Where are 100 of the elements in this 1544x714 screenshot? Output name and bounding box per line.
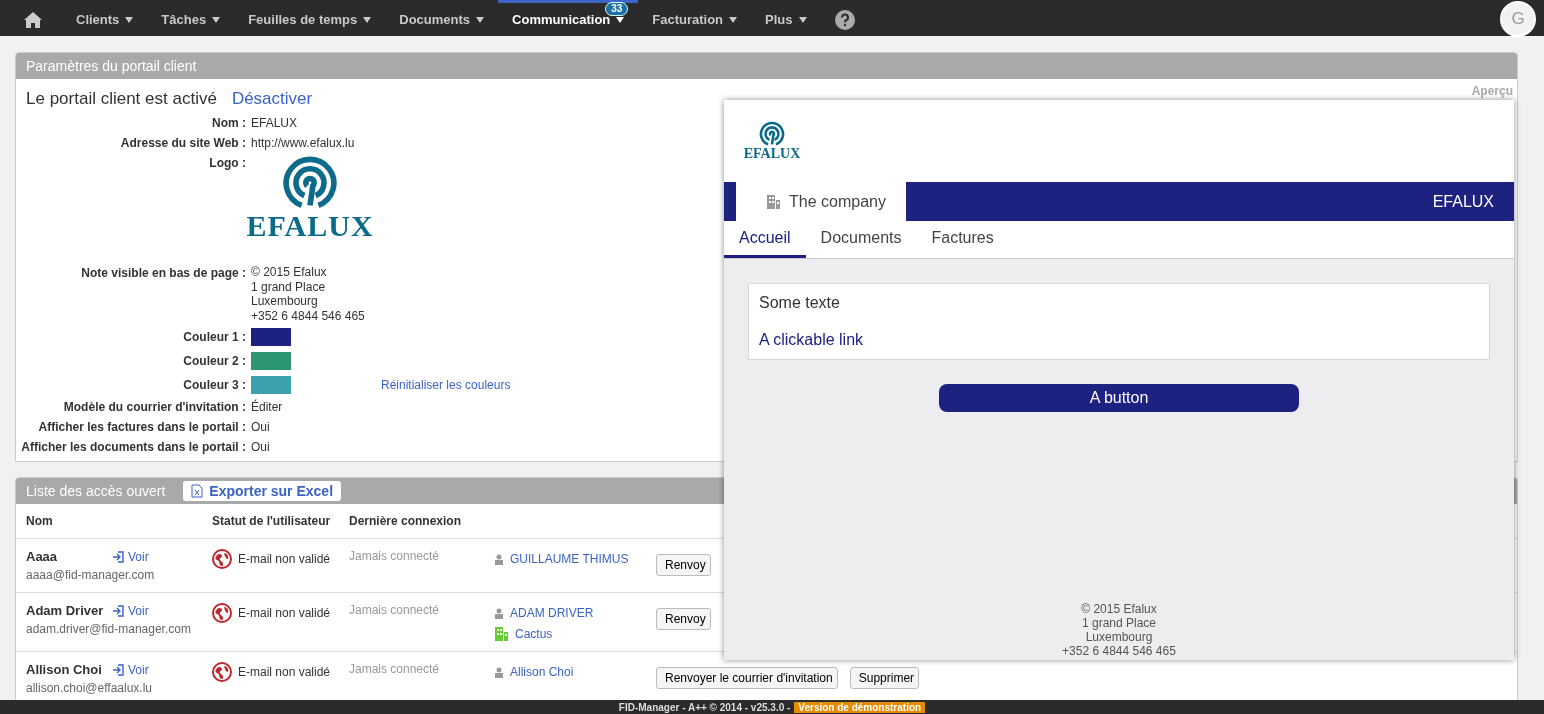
globe-icon bbox=[212, 549, 232, 569]
field-value: Oui bbox=[251, 419, 270, 435]
color-swatch[interactable] bbox=[251, 376, 291, 394]
view-link[interactable]: Voir bbox=[112, 662, 149, 677]
person-icon bbox=[494, 553, 504, 565]
caret-icon bbox=[798, 16, 807, 23]
panel-title: Liste des accès ouvert bbox=[26, 483, 166, 499]
brand-name: EFALUX bbox=[1432, 192, 1495, 211]
card-text: Some texte bbox=[759, 294, 841, 312]
field-value: Éditer bbox=[251, 399, 283, 415]
note-line: © 2015 Efalux bbox=[251, 265, 327, 280]
user-name: Adam Driver bbox=[26, 603, 104, 618]
portal-button[interactable]: A button bbox=[939, 384, 1299, 412]
contact-link[interactable]: Allison Choi bbox=[510, 665, 574, 679]
logo-icon bbox=[759, 121, 785, 147]
field-label: Afficher les documents dans le portail : bbox=[20, 439, 246, 455]
field-label: Adresse du site Web : bbox=[119, 135, 246, 151]
panel-title: Paramètres du portail client bbox=[26, 58, 197, 74]
person-icon bbox=[494, 666, 504, 678]
view-link[interactable]: Voir bbox=[112, 549, 149, 564]
contact-link[interactable]: ADAM DRIVER bbox=[510, 606, 594, 620]
user-email: adam.driver@fid-manager.com bbox=[26, 622, 192, 636]
field-label: Couleur 2 : bbox=[182, 353, 246, 370]
building-icon bbox=[766, 194, 781, 209]
caret-icon bbox=[363, 16, 372, 23]
field-label: Modèle du courrier d'invitation : bbox=[62, 399, 246, 415]
action-button[interactable]: Renvoy bbox=[656, 608, 711, 630]
export-excel-button[interactable]: Exporter sur Excel bbox=[183, 481, 342, 501]
user-status: E-mail non validé bbox=[238, 665, 331, 679]
field-label: Couleur 1 : bbox=[182, 329, 246, 346]
user-status: E-mail non validé bbox=[238, 606, 331, 620]
caret-icon bbox=[212, 16, 221, 23]
color-swatch[interactable] bbox=[251, 352, 291, 370]
globe-icon bbox=[212, 662, 232, 682]
count-badge: 33 bbox=[605, 2, 629, 16]
nav-menu-item[interactable]: Communication 33 bbox=[498, 0, 639, 36]
field-label: Couleur 3 : bbox=[182, 377, 246, 394]
column-header: Statut de l'utilisateur bbox=[202, 504, 339, 539]
user-name: Aaaa bbox=[26, 549, 59, 564]
nav-menu-item[interactable]: Facturation bbox=[638, 0, 752, 36]
caret-icon bbox=[729, 16, 738, 23]
nav-menu-item[interactable]: Clients bbox=[62, 0, 148, 36]
footer-note-line: © 2015 Efalux bbox=[1081, 602, 1157, 616]
preview-label: Aperçu bbox=[1471, 84, 1513, 98]
demo-badge: Version de démonstration bbox=[794, 701, 926, 713]
last-login: Jamais connecté bbox=[349, 662, 441, 676]
home-icon bbox=[24, 11, 42, 28]
column-header: Dernière connexion bbox=[339, 504, 484, 539]
user-status: E-mail non validé bbox=[238, 552, 331, 566]
help-icon bbox=[834, 9, 855, 30]
field-label: Note visible en bas de page : bbox=[80, 265, 246, 282]
portal-status: Le portail client est activé bbox=[26, 89, 217, 109]
footer-note-line: 1 grand Place bbox=[1081, 616, 1157, 630]
nav-menu-item[interactable]: Feuilles de temps bbox=[234, 0, 386, 36]
field-value: EFALUX bbox=[251, 115, 298, 131]
footer-text: FID-Manager - A++ © 2014 - v25.3.0 - bbox=[618, 701, 791, 713]
field-label: Logo : bbox=[208, 155, 246, 172]
footer-note-line: Luxembourg bbox=[1085, 630, 1153, 644]
globe-icon bbox=[212, 603, 232, 623]
excel-file-icon bbox=[191, 484, 204, 498]
action-button[interactable]: Renvoy bbox=[656, 554, 711, 576]
login-icon bbox=[112, 663, 124, 676]
color-swatch[interactable] bbox=[251, 328, 291, 346]
nav-menu-item[interactable]: Documents bbox=[385, 0, 499, 36]
nav-menu-item[interactable]: Plus bbox=[751, 0, 821, 36]
note-line: 1 grand Place bbox=[251, 279, 326, 294]
action-button[interactable]: Renvoyer le courrier d'invitation bbox=[656, 667, 838, 689]
field-value: Oui bbox=[251, 439, 270, 455]
logo-icon bbox=[282, 155, 338, 211]
person-icon bbox=[494, 607, 504, 619]
logo-text: EFALUX bbox=[246, 211, 374, 241]
field-label: Nom : bbox=[211, 115, 246, 131]
card-link[interactable]: A clickable link bbox=[759, 331, 864, 349]
login-icon bbox=[112, 550, 124, 563]
column-header: Nom bbox=[16, 504, 202, 539]
building-icon bbox=[494, 626, 509, 641]
action-button[interactable]: Supprimer bbox=[849, 667, 920, 689]
note-line: +352 6 4844 546 465 bbox=[251, 308, 365, 323]
last-login: Jamais connecté bbox=[349, 549, 441, 563]
logo-text: EFALUX bbox=[743, 147, 801, 161]
deactivate-link[interactable]: Désactiver bbox=[231, 89, 313, 109]
company-tab[interactable]: The company bbox=[736, 182, 906, 221]
view-link[interactable]: Voir bbox=[112, 603, 149, 618]
portal-tab[interactable]: Accueil bbox=[724, 221, 806, 258]
caret-icon bbox=[125, 16, 134, 23]
reset-colors-link[interactable]: Réinitialiser les couleurs bbox=[381, 377, 511, 393]
note-line: Luxembourg bbox=[251, 294, 318, 309]
field-value: http://www.efalux.lu bbox=[251, 135, 355, 151]
last-login: Jamais connecté bbox=[349, 603, 441, 617]
nav-menu-item[interactable]: Tâches bbox=[147, 0, 235, 36]
contact-link[interactable]: Cactus bbox=[515, 626, 553, 641]
user-name: Allison Choi bbox=[26, 662, 103, 677]
caret-icon bbox=[476, 16, 485, 23]
field-label: Afficher les factures dans le portail : bbox=[37, 419, 246, 435]
contact-link[interactable]: GUILLAUME THIMUS bbox=[510, 552, 629, 566]
portal-tab[interactable]: Factures bbox=[916, 221, 1009, 258]
user-email: aaaa@fid-manager.com bbox=[26, 568, 156, 582]
login-icon bbox=[112, 604, 124, 617]
footer-note-line: +352 6 4844 546 465 bbox=[1062, 644, 1176, 658]
portal-tab[interactable]: Documents bbox=[805, 221, 917, 258]
